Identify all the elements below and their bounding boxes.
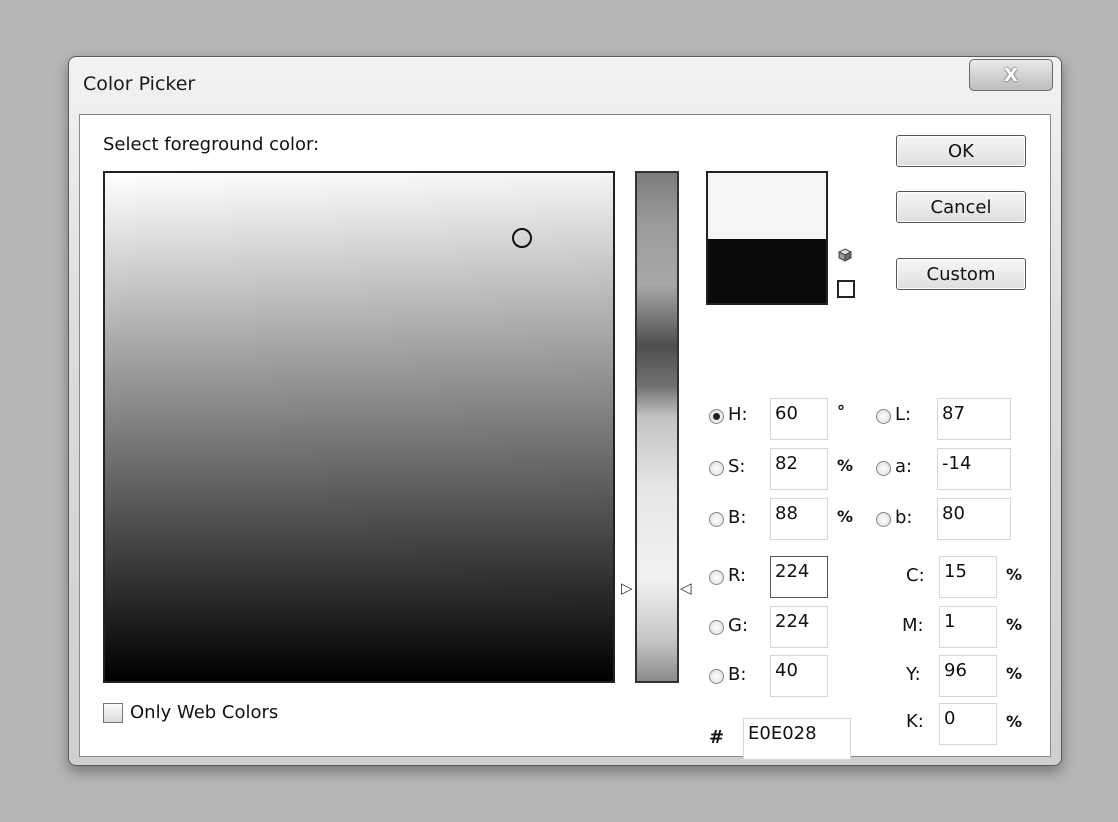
only-web-colors-label: Only Web Colors — [130, 702, 279, 723]
y-label: Y: — [906, 664, 921, 685]
r-field[interactable]: 224 — [770, 556, 828, 598]
c-label: C: — [906, 565, 925, 586]
s-label: S: — [728, 456, 746, 477]
lab-b-label: b: — [895, 507, 913, 528]
color-picker-marker[interactable] — [512, 228, 532, 248]
c-field[interactable]: 15 — [939, 556, 997, 598]
h-radio[interactable] — [709, 409, 724, 424]
close-icon: X — [1004, 64, 1018, 86]
close-button[interactable]: X — [969, 59, 1053, 91]
h-field[interactable]: 60 — [770, 398, 828, 440]
brightness-unit: % — [837, 507, 854, 526]
h-unit: ° — [837, 402, 845, 421]
l-label: L: — [895, 404, 912, 425]
prompt-label: Select foreground color: — [103, 134, 320, 155]
slider-handle-left-icon[interactable]: ▷ — [621, 581, 633, 596]
hue-slider[interactable] — [635, 171, 679, 683]
hex-field[interactable]: E0E028 — [743, 718, 851, 760]
out-of-gamut-cube-icon[interactable] — [838, 248, 852, 262]
dialog-body: Select foreground color: ▷ ◁ OK Cancel C… — [79, 114, 1051, 760]
s-field[interactable]: 82 — [770, 448, 828, 490]
window-title: Color Picker — [83, 73, 196, 95]
g-field[interactable]: 224 — [770, 606, 828, 648]
a-radio[interactable] — [876, 461, 891, 476]
s-unit: % — [837, 456, 854, 475]
a-label: a: — [895, 456, 913, 477]
k-label: K: — [906, 711, 924, 732]
web-safe-color-box-icon[interactable] — [837, 280, 855, 298]
color-picker-window: Color Picker X Select foreground color: … — [68, 56, 1062, 766]
y-field[interactable]: 96 — [939, 655, 997, 697]
m-unit: % — [1006, 615, 1023, 634]
blue-label: B: — [728, 664, 747, 685]
only-web-colors-checkbox[interactable] — [103, 703, 123, 723]
lab-b-radio[interactable] — [876, 512, 891, 527]
m-field[interactable]: 1 — [939, 606, 997, 648]
brightness-radio[interactable] — [709, 512, 724, 527]
r-label: R: — [728, 565, 747, 586]
r-radio[interactable] — [709, 570, 724, 585]
lab-b-field[interactable]: 80 — [937, 498, 1011, 540]
blue-radio[interactable] — [709, 669, 724, 684]
k-unit: % — [1006, 712, 1023, 731]
blue-field[interactable]: 40 — [770, 655, 828, 697]
a-field[interactable]: -14 — [937, 448, 1011, 490]
k-field[interactable]: 0 — [939, 703, 997, 745]
color-field[interactable] — [103, 171, 615, 683]
hex-label: # — [709, 727, 725, 748]
l-field[interactable]: 87 — [937, 398, 1011, 440]
brightness-label: B: — [728, 507, 747, 528]
g-radio[interactable] — [709, 620, 724, 635]
s-radio[interactable] — [709, 461, 724, 476]
cancel-button[interactable]: Cancel — [896, 191, 1026, 223]
c-unit: % — [1006, 565, 1023, 584]
slider-handle-right-icon[interactable]: ◁ — [680, 581, 692, 596]
new-color-swatch — [706, 171, 828, 239]
m-label: M: — [902, 615, 924, 636]
current-color-swatch[interactable] — [706, 239, 828, 305]
y-unit: % — [1006, 664, 1023, 683]
ok-button[interactable]: OK — [896, 135, 1026, 167]
h-label: H: — [728, 404, 748, 425]
g-label: G: — [728, 615, 749, 636]
custom-button[interactable]: Custom — [896, 258, 1026, 290]
l-radio[interactable] — [876, 409, 891, 424]
brightness-field[interactable]: 88 — [770, 498, 828, 540]
